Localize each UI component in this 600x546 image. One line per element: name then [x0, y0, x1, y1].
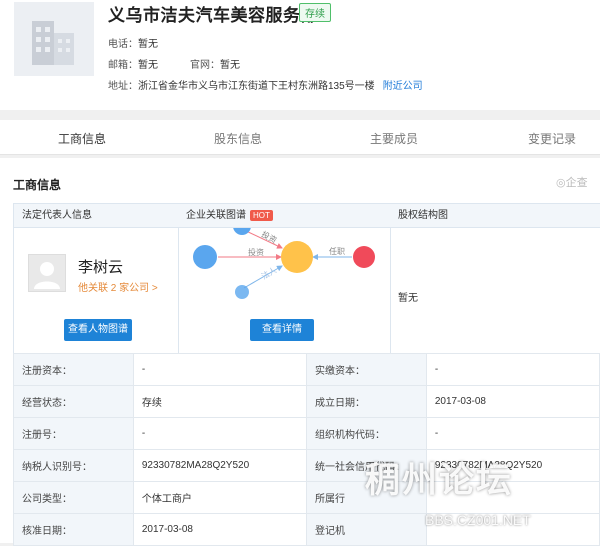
cell-label: 公司类型： [13, 481, 134, 514]
cell-value: - [132, 353, 307, 386]
cell-label: 成立日期： [305, 385, 427, 418]
website-value: 暂无 [220, 60, 240, 71]
table-row: 注册号： - 组织机构代码： - [13, 417, 600, 450]
relation-graph-header: 企业关联图谱 HOT [178, 204, 390, 228]
equity-card: 股权结构图 暂无 [390, 204, 600, 354]
cell-label: 纳税人识别号： [13, 449, 134, 482]
legal-rep-card: 法定代表人信息 李树云 他关联 2 家公司 > 查看人物图谱 [14, 204, 179, 354]
view-details-button[interactable]: 查看详情 [250, 319, 314, 341]
address-row: 地址：浙江省金华市义乌市江东街道下王村东洲路135号一楼 附近公司 [108, 77, 423, 92]
company-name: 义乌市洁夫汽车美容服务部 [108, 6, 318, 25]
forum-watermark-url: BBS.CZ001.NET [425, 512, 531, 528]
cell-label: 经营状态： [13, 385, 134, 418]
company-logo [14, 2, 94, 76]
cell-value: 2017-03-08 [425, 385, 600, 418]
edge-role-label: 任职 [329, 247, 345, 256]
phone-label: 电话： [108, 39, 138, 50]
node-person-left [193, 245, 217, 269]
tab-changes[interactable]: 变更记录 [528, 130, 576, 147]
qcc-watermark: ◎企查 [556, 174, 588, 190]
node-company-center [281, 241, 313, 273]
cell-value: - [425, 417, 600, 450]
relation-graph-card: 企业关联图谱 HOT 投资 投资 法人 任职 查看详情 [178, 204, 391, 354]
company-header: 义乌市洁夫汽车美容服务部 存续 电话：暂无 邮箱：暂无 官网：暂无 地址：浙江省… [0, 0, 600, 110]
view-person-graph-button[interactable]: 查看人物图谱 [64, 319, 132, 341]
address-value: 浙江省金华市义乌市江东街道下王村东洲路135号一楼 [138, 81, 375, 92]
cell-label: 注册号： [13, 417, 134, 450]
equity-value: 暂无 [398, 293, 418, 304]
legal-rep-header: 法定代表人信息 [14, 204, 178, 228]
qcc-watermark-icon: ◎ [556, 177, 566, 189]
tab-shareholders[interactable]: 股东信息 [214, 130, 262, 147]
tab-business-info[interactable]: 工商信息 [58, 130, 106, 147]
related-companies-link[interactable]: 他关联 2 家公司 > [78, 279, 158, 294]
website-label: 官网： [190, 60, 220, 71]
equity-header: 股权结构图 [390, 204, 600, 228]
website-row: 官网：暂无 [190, 56, 240, 71]
hot-badge: HOT [250, 209, 273, 221]
email-row: 邮箱：暂无 [108, 56, 158, 71]
address-label: 地址： [108, 81, 138, 92]
phone-row: 电话：暂无 [108, 35, 158, 50]
cell-label: 注册资本： [13, 353, 134, 386]
building-icon [32, 21, 74, 65]
node-bottom [235, 285, 249, 299]
cell-value: 2017-03-08 [132, 513, 307, 546]
overview-grid: 法定代表人信息 李树云 他关联 2 家公司 > 查看人物图谱 企业关联图谱 HOT [13, 203, 600, 355]
email-label: 邮箱： [108, 60, 138, 71]
email-value: 暂无 [138, 60, 158, 71]
status-badge: 存续 [299, 3, 331, 22]
relation-graph[interactable] [178, 228, 390, 328]
relation-graph-title: 企业关联图谱 [186, 210, 246, 221]
phone-value: 暂无 [138, 39, 158, 50]
edge-invest-label: 投资 [248, 248, 264, 257]
cell-value: 存续 [132, 385, 307, 418]
tab-bar: 工商信息 股东信息 主要成员 变更记录 [0, 120, 600, 155]
avatar [28, 254, 66, 292]
cell-value: - [425, 353, 600, 386]
person-icon [34, 262, 60, 289]
cell-label: 登记机 [305, 513, 427, 546]
node-person-right [353, 246, 375, 268]
tab-members[interactable]: 主要成员 [370, 130, 418, 147]
forum-watermark: 稠州论坛 [365, 461, 514, 500]
cell-value: 92330782MA28Q2Y520 [132, 449, 307, 482]
node-top [233, 228, 251, 235]
cell-label: 实缴资本： [305, 353, 427, 386]
qcc-watermark-text: 企查 [565, 177, 588, 189]
legal-rep-name[interactable]: 李树云 [78, 256, 123, 277]
cell-label: 组织机构代码： [305, 417, 427, 450]
nearby-company-link[interactable]: 附近公司 [383, 81, 423, 92]
cell-label: 核准日期： [13, 513, 134, 546]
cell-value: 个体工商户 [132, 481, 307, 514]
table-row: 经营状态： 存续 成立日期： 2017-03-08 [13, 385, 600, 418]
cell-value: - [132, 417, 307, 450]
table-row: 注册资本： - 实缴资本： - [13, 353, 600, 386]
section-title: 工商信息 [13, 178, 62, 192]
